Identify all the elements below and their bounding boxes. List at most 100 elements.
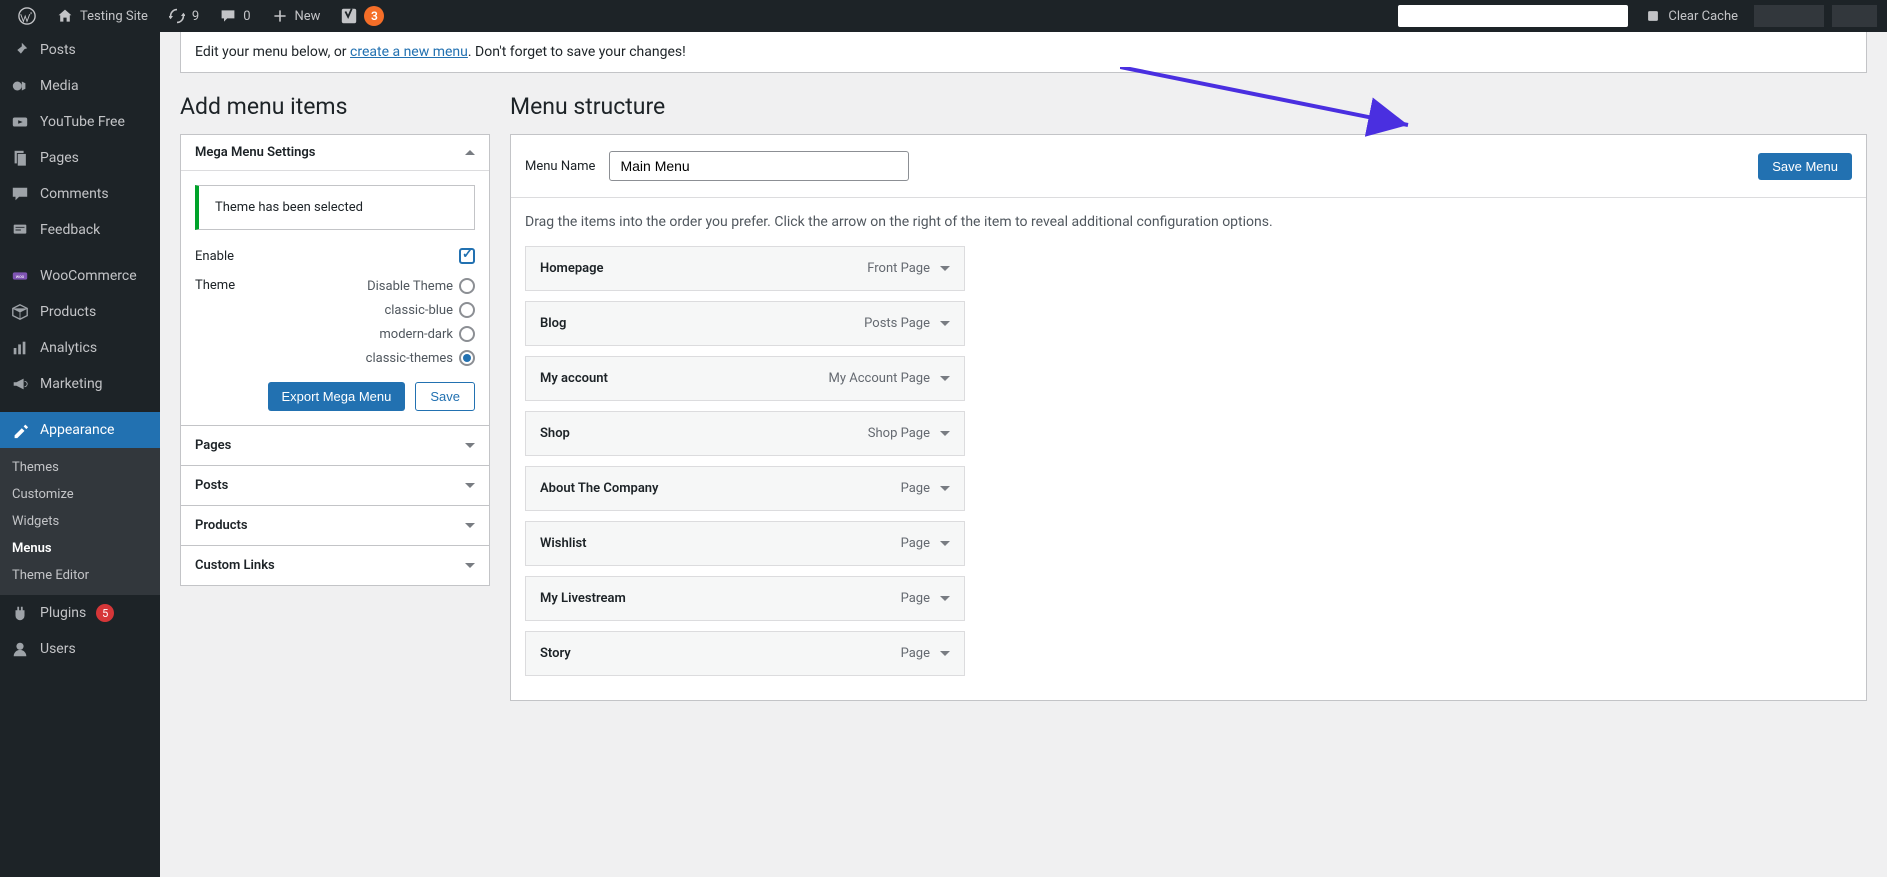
chevron-down-icon[interactable] — [940, 376, 950, 381]
mega-menu-panel-head[interactable]: Mega Menu Settings — [181, 135, 489, 171]
pin-icon — [10, 40, 30, 60]
sidebar-item-feedback[interactable]: Feedback — [0, 212, 160, 248]
clear-cache[interactable]: Clear Cache — [1636, 0, 1746, 32]
updates-link[interactable]: 9 — [160, 0, 207, 32]
sidebar-item-analytics[interactable]: Analytics — [0, 330, 160, 366]
sidebar-label: Marketing — [40, 376, 103, 392]
theme-option-disable[interactable]: Disable Theme — [367, 278, 475, 294]
sidebar-item-posts[interactable]: Posts — [0, 32, 160, 68]
sidebar-item-plugins[interactable]: Plugins 5 — [0, 595, 160, 631]
accordion-pages[interactable]: Pages — [180, 426, 490, 466]
menu-item-type: Shop Page — [868, 426, 930, 441]
theme-option-label: Disable Theme — [367, 279, 453, 294]
updates-count: 9 — [192, 9, 199, 24]
sidebar-item-comments[interactable]: Comments — [0, 176, 160, 212]
comments-link[interactable]: 0 — [211, 0, 258, 32]
theme-option-modern-dark[interactable]: modern-dark — [379, 326, 475, 342]
chevron-down-icon[interactable] — [940, 596, 950, 601]
theme-option-classic-themes[interactable]: classic-themes — [366, 350, 475, 366]
chevron-down-icon — [465, 483, 475, 488]
save-mega-menu-button[interactable]: Save — [415, 382, 475, 411]
menu-item[interactable]: Shop Shop Page — [525, 411, 965, 456]
menu-item[interactable]: StoryPage — [525, 631, 965, 676]
radio-icon — [459, 302, 475, 318]
comment-icon — [219, 7, 237, 25]
sidebar-item-appearance[interactable]: Appearance — [0, 412, 160, 448]
sidebar-item-media[interactable]: Media — [0, 68, 160, 104]
theme-selected-notice: Theme has been selected — [195, 185, 475, 230]
marketing-icon — [10, 374, 30, 394]
yoast-icon — [340, 7, 358, 25]
chevron-down-icon[interactable] — [940, 486, 950, 491]
menu-item[interactable]: BlogPosts Page — [525, 301, 965, 346]
sidebar-label: Posts — [40, 42, 76, 58]
sidebar-label: Plugins — [40, 605, 86, 621]
sidebar-item-products[interactable]: Products — [0, 294, 160, 330]
sidebar-item-youtube[interactable]: YouTube Free — [0, 104, 160, 140]
site-name: Testing Site — [80, 9, 148, 24]
yoast-count: 3 — [364, 6, 384, 26]
chevron-down-icon[interactable] — [940, 266, 950, 271]
menu-item-title: My account — [540, 371, 608, 386]
menu-item-title: About The Company — [540, 481, 659, 496]
menu-item-title: Shop — [540, 426, 570, 441]
theme-option-label: classic-themes — [366, 351, 453, 366]
menu-name-input[interactable] — [609, 151, 909, 181]
create-menu-link[interactable]: create a new menu — [350, 44, 468, 60]
new-link[interactable]: New — [263, 0, 329, 32]
sub-menus[interactable]: Menus — [0, 535, 160, 562]
theme-option-classic-blue[interactable]: classic-blue — [384, 302, 475, 318]
topbar-search-box[interactable] — [1398, 5, 1628, 27]
site-link[interactable]: Testing Site — [48, 0, 156, 32]
products-icon — [10, 302, 30, 322]
yoast-link[interactable]: 3 — [332, 0, 392, 32]
acc-label: Pages — [195, 438, 231, 453]
home-icon — [56, 7, 74, 25]
menu-item-type: Front Page — [867, 261, 930, 276]
menu-item[interactable]: My accountMy Account Page — [525, 356, 965, 401]
chevron-down-icon[interactable] — [940, 651, 950, 656]
chevron-down-icon[interactable] — [940, 321, 950, 326]
menu-item[interactable]: Homepage Front Page — [525, 246, 965, 291]
sidebar-label: Products — [40, 304, 96, 320]
sub-customize[interactable]: Customize — [0, 481, 160, 508]
radio-icon — [459, 278, 475, 294]
radio-icon — [459, 350, 475, 366]
sub-themes[interactable]: Themes — [0, 454, 160, 481]
menu-item-type: Page — [901, 481, 930, 496]
updates-icon — [168, 7, 186, 25]
menu-item[interactable]: My LivestreamPage — [525, 576, 965, 621]
new-label: New — [295, 9, 321, 24]
wp-logo[interactable] — [10, 0, 44, 32]
accordion-posts[interactable]: Posts — [180, 466, 490, 506]
feedback-icon — [10, 220, 30, 240]
acc-label: Products — [195, 518, 248, 533]
enable-checkbox[interactable] — [459, 248, 475, 264]
sidebar-label: Pages — [40, 150, 79, 166]
menu-item-title: Homepage — [540, 261, 604, 276]
sidebar-label: YouTube Free — [40, 114, 125, 130]
sidebar-label: Analytics — [40, 340, 97, 356]
chevron-down-icon[interactable] — [940, 431, 950, 436]
sub-theme-editor[interactable]: Theme Editor — [0, 562, 160, 589]
appearance-icon — [10, 420, 30, 440]
accordion-custom-links[interactable]: Custom Links — [180, 546, 490, 586]
sidebar-item-pages[interactable]: Pages — [0, 140, 160, 176]
analytics-icon — [10, 338, 30, 358]
main-content: Edit your menu below, or create a new me… — [160, 32, 1887, 877]
sub-widgets[interactable]: Widgets — [0, 508, 160, 535]
sidebar-item-woocommerce[interactable]: wooWooCommerce — [0, 258, 160, 294]
export-mega-menu-button[interactable]: Export Mega Menu — [268, 382, 406, 411]
topbar-slot-2[interactable] — [1832, 5, 1877, 27]
topbar-slot-1[interactable] — [1754, 5, 1824, 27]
menu-item[interactable]: WishlistPage — [525, 521, 965, 566]
save-menu-button[interactable]: Save Menu — [1758, 153, 1852, 180]
radio-icon — [459, 326, 475, 342]
accordion-products[interactable]: Products — [180, 506, 490, 546]
chevron-down-icon[interactable] — [940, 541, 950, 546]
theme-option-label: classic-blue — [384, 303, 453, 318]
menu-item-title: My Livestream — [540, 591, 626, 606]
menu-item[interactable]: About The Company Page — [525, 466, 965, 511]
sidebar-item-users[interactable]: Users — [0, 631, 160, 667]
sidebar-item-marketing[interactable]: Marketing — [0, 366, 160, 402]
